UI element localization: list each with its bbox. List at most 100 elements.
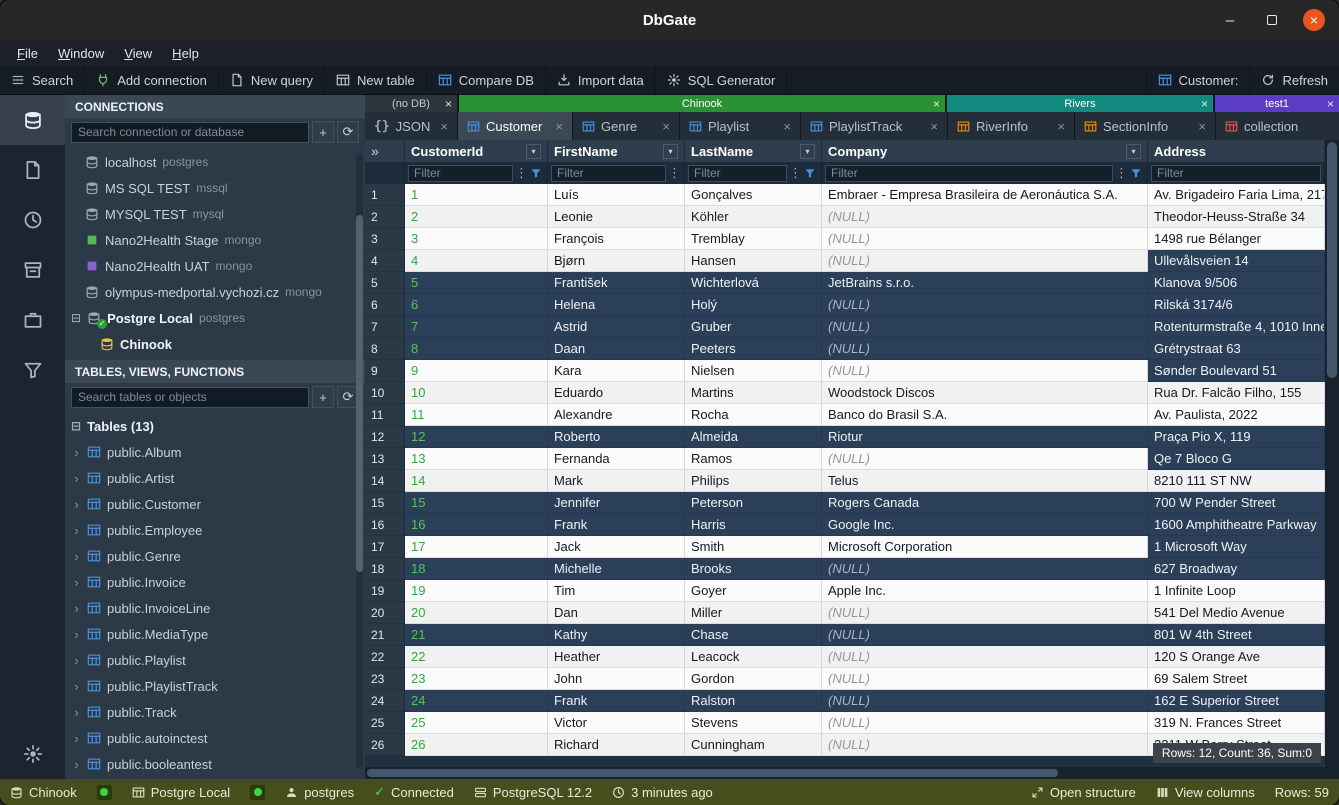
table-public-customer[interactable]: ›public.Customer [65,491,365,517]
cell-company[interactable]: (NULL) [822,602,1148,624]
cell-lastname[interactable]: Peeters [685,338,822,360]
cell-lastname[interactable]: Hansen [685,250,822,272]
close-icon[interactable]: × [1327,97,1334,111]
connections-search-input[interactable] [71,122,309,143]
table-public-track[interactable]: ›public.Track [65,699,365,725]
collapse-icon[interactable]: ⊟ [71,419,81,433]
horizontal-scrollbar[interactable] [365,767,1325,779]
status-3-minutes-ago[interactable]: 3 minutes ago [612,785,713,800]
vertical-scrollbar-thumb[interactable] [1327,142,1337,378]
cell-company[interactable]: (NULL) [822,316,1148,338]
cell-address[interactable]: Qe 7 Bloco G [1148,448,1325,470]
cell-firstname[interactable]: John [548,668,685,690]
toolbar-new-query[interactable]: New query [219,66,325,94]
filter-menu-icon[interactable]: ⋮ [515,166,528,181]
cell-address[interactable]: Av. Brigadeiro Faria Lima, 2170 [1148,184,1325,206]
cell-company[interactable]: (NULL) [822,338,1148,360]
connection-chinook[interactable]: Chinook [65,331,365,357]
cell-firstname[interactable]: Leonie [548,206,685,228]
cell-lastname[interactable]: Gordon [685,668,822,690]
chevron-right-icon[interactable]: › [72,731,81,746]
cell-company[interactable]: (NULL) [822,624,1148,646]
cell-company[interactable]: (NULL) [822,668,1148,690]
column-dropdown-icon[interactable]: ▾ [1126,144,1141,159]
cell-lastname[interactable]: Almeida [685,426,822,448]
close-icon[interactable]: × [1057,119,1065,134]
activitybar-filters[interactable] [0,345,65,395]
table-row[interactable]: 2121KathyChase(NULL)801 W 4th Street [365,624,1325,646]
cell-customerid[interactable]: 10 [405,382,548,404]
cell-customerid[interactable]: 11 [405,404,548,426]
column-header-address[interactable]: Address [1148,140,1325,162]
cell-company[interactable]: (NULL) [822,646,1148,668]
filter-input-firstname[interactable] [551,165,666,182]
cell-company[interactable]: (NULL) [822,360,1148,382]
table-public-playlisttrack[interactable]: ›public.PlaylistTrack [65,673,365,699]
cell-lastname[interactable]: Smith [685,536,822,558]
connection-nano2health-uat[interactable]: Nano2Health UATmongo [65,253,365,279]
cell-firstname[interactable]: Roberto [548,426,685,448]
cell-firstname[interactable]: Kara [548,360,685,382]
toolbar-import-data[interactable]: Import data [546,66,656,94]
cell-customerid[interactable]: 5 [405,272,548,294]
table-row[interactable]: 1515JenniferPetersonRogers Canada700 W P… [365,492,1325,514]
filter-funnel-icon[interactable] [530,167,544,179]
cell-customerid[interactable]: 20 [405,602,548,624]
menu-window[interactable]: Window [49,43,113,64]
status-connected[interactable]: ✓Connected [374,785,454,800]
activitybar-archive[interactable] [0,245,65,295]
cell-firstname[interactable]: Astrid [548,316,685,338]
cell-company[interactable]: Banco do Brasil S.A. [822,404,1148,426]
status-dot[interactable] [97,785,112,800]
table-row[interactable]: 2020DanMiller(NULL)541 Del Medio Avenue [365,602,1325,624]
table-row[interactable]: 44BjørnHansen(NULL)Ullevålsveien 14 [365,250,1325,272]
cell-customerid[interactable]: 24 [405,690,548,712]
cell-address[interactable]: 541 Del Medio Avenue [1148,602,1325,624]
cell-address[interactable]: 1498 rue Bélanger [1148,228,1325,250]
cell-company[interactable]: (NULL) [822,734,1148,756]
close-icon[interactable]: × [933,97,940,111]
status-postgres[interactable]: postgres [285,785,354,800]
table-row[interactable]: 2222HeatherLeacock(NULL)120 S Orange Ave [365,646,1325,668]
activitybar-files[interactable] [0,145,65,195]
cell-company[interactable]: Telus [822,470,1148,492]
table-row[interactable]: 1919TimGoyerApple Inc.1 Infinite Loop [365,580,1325,602]
table-row[interactable]: 33FrançoisTremblay(NULL)1498 rue Bélange… [365,228,1325,250]
tab-genre[interactable]: Genre× [573,112,679,140]
activitybar-settings[interactable] [0,729,65,779]
cell-company[interactable]: (NULL) [822,690,1148,712]
cell-customerid[interactable]: 1 [405,184,548,206]
cell-address[interactable]: 700 W Pender Street [1148,492,1325,514]
table-public-autoinctest[interactable]: ›public.autoinctest [65,725,365,751]
cell-customerid[interactable]: 6 [405,294,548,316]
cell-lastname[interactable]: Köhler [685,206,822,228]
cell-lastname[interactable]: Goyer [685,580,822,602]
cell-address[interactable]: 1600 Amphitheatre Parkway [1148,514,1325,536]
cell-company[interactable]: Riotur [822,426,1148,448]
cell-address[interactable]: 1 Infinite Loop [1148,580,1325,602]
table-public-employee[interactable]: ›public.Employee [65,517,365,543]
cell-customerid[interactable]: 25 [405,712,548,734]
chevron-right-icon[interactable]: › [72,705,81,720]
close-icon[interactable]: × [1198,119,1206,134]
toolbar-sql-generator[interactable]: SQL Generator [656,66,788,94]
table-row[interactable]: 1717JackSmithMicrosoft Corporation1 Micr… [365,536,1325,558]
close-icon[interactable]: × [445,97,452,111]
horizontal-scrollbar-thumb[interactable] [367,769,1058,777]
cell-lastname[interactable]: Cunningham [685,734,822,756]
connection-mysql-test[interactable]: MYSQL TESTmysql [65,201,365,227]
menu-view[interactable]: View [115,43,161,64]
cell-customerid[interactable]: 12 [405,426,548,448]
tab-json[interactable]: {}JSON× [365,112,457,140]
table-public-playlist[interactable]: ›public.Playlist [65,647,365,673]
table-row[interactable]: 1818MichelleBrooks(NULL)627 Broadway [365,558,1325,580]
menu-help[interactable]: Help [163,43,208,64]
cell-address[interactable]: Ullevålsveien 14 [1148,250,1325,272]
table-row[interactable]: 55FrantišekWichterlováJetBrains s.r.o.Kl… [365,272,1325,294]
status-open-structure[interactable]: Open structure [1031,785,1136,800]
tab-group-rivers[interactable]: Rivers× [947,95,1213,112]
panel-scrollbar-thumb[interactable] [356,215,363,572]
cell-address[interactable]: 319 N. Frances Street [1148,712,1325,734]
cell-lastname[interactable]: Harris [685,514,822,536]
table-row[interactable]: 1212RobertoAlmeidaRioturPraça Pio X, 119 [365,426,1325,448]
